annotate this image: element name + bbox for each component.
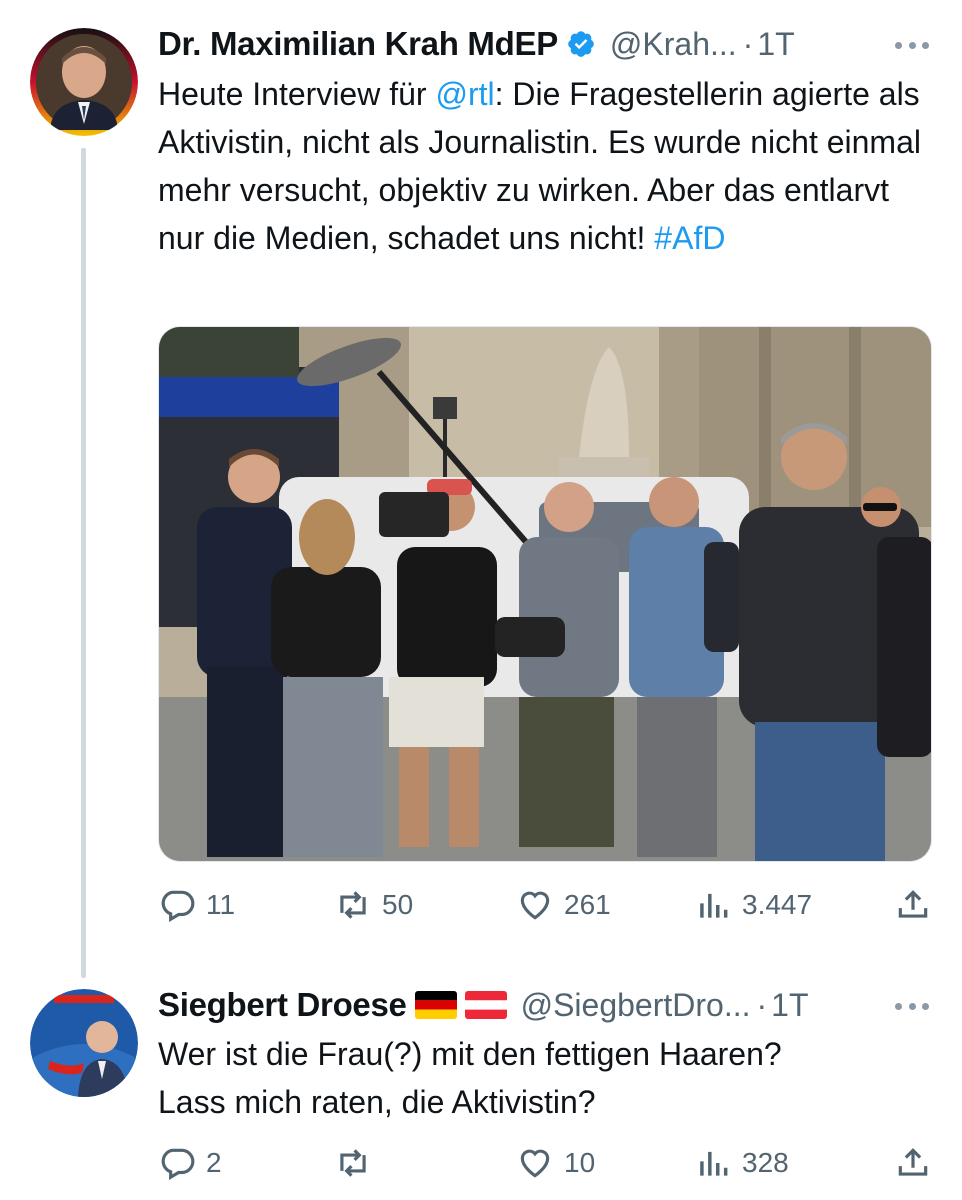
views-icon	[700, 1151, 728, 1176]
reply-icon	[161, 890, 195, 923]
retweet-button[interactable]: 50	[334, 886, 413, 924]
views-count: 3.447	[742, 889, 813, 920]
timestamp[interactable]: 1T	[757, 26, 794, 63]
share-icon	[898, 1148, 928, 1176]
views-button[interactable]: 328	[694, 1144, 789, 1182]
tweet-text: Wer ist die Frau(?) mit den fettigen Haa…	[158, 1036, 782, 1120]
heart-icon	[520, 1149, 550, 1178]
tweet-photo[interactable]	[158, 326, 932, 862]
more-icon[interactable]	[892, 991, 932, 1021]
like-button[interactable]: 261	[516, 886, 611, 924]
tweet-droese[interactable]: Siegbert Droese @SiegbertDro... · 1T Wer…	[0, 975, 962, 1200]
austria-flag-icon	[464, 991, 507, 1019]
reply-count: 11	[206, 889, 236, 920]
author-name[interactable]: Siegbert Droese	[158, 986, 407, 1024]
share-button[interactable]	[894, 886, 932, 924]
reply-count: 2	[206, 1147, 222, 1178]
views-icon	[700, 893, 728, 918]
retweet-count: 50	[382, 889, 414, 920]
views-button[interactable]: 3.447	[694, 886, 812, 924]
like-button[interactable]: 10	[516, 1144, 595, 1182]
share-button[interactable]	[894, 1144, 932, 1182]
tweet-actions: 2 10 328	[158, 1138, 932, 1188]
tweet-actions: 11 50 261 3.447	[158, 880, 932, 930]
author-name[interactable]: Dr. Maximilian Krah MdEP	[158, 25, 558, 63]
separator-dot: ·	[742, 25, 754, 62]
tweet-text: Heute Interview für @rtl: Die Fragestell…	[158, 70, 928, 262]
avatar[interactable]	[30, 28, 138, 136]
like-count: 261	[564, 889, 611, 920]
germany-flag-icon	[414, 991, 457, 1019]
avatar-image	[30, 28, 138, 136]
heart-icon	[520, 891, 550, 920]
author-handle[interactable]: @SiegbertDro...	[521, 987, 751, 1024]
reply-button[interactable]: 2	[158, 1144, 222, 1182]
avatar[interactable]	[30, 989, 138, 1097]
tweet-header: Siegbert Droese @SiegbertDro... · 1T	[158, 983, 932, 1027]
tweet-krah[interactable]: Dr. Maximilian Krah MdEP @Krah... · 1T H…	[0, 0, 962, 975]
avatar-image	[30, 989, 138, 1097]
reply-button[interactable]: 11	[158, 886, 235, 924]
views-count: 328	[742, 1147, 789, 1178]
like-count: 10	[564, 1147, 596, 1178]
mention-link[interactable]: @rtl	[435, 76, 494, 112]
author-handle[interactable]: @Krah...	[610, 26, 737, 63]
verified-badge-icon	[566, 29, 596, 59]
retweet-icon	[340, 1149, 366, 1177]
hashtag-link[interactable]: #AfD	[654, 220, 725, 256]
retweet-button[interactable]	[334, 1144, 382, 1182]
more-icon[interactable]	[892, 30, 932, 60]
photo-interview-scene	[159, 327, 931, 861]
timestamp[interactable]: 1T	[771, 987, 808, 1024]
reply-icon	[161, 1148, 195, 1181]
separator-dot: ·	[756, 986, 768, 1023]
share-icon	[898, 890, 928, 918]
tweet-header: Dr. Maximilian Krah MdEP @Krah... · 1T	[158, 22, 932, 66]
retweet-icon	[340, 891, 366, 919]
tweet-text-part: Heute Interview für	[158, 76, 436, 112]
